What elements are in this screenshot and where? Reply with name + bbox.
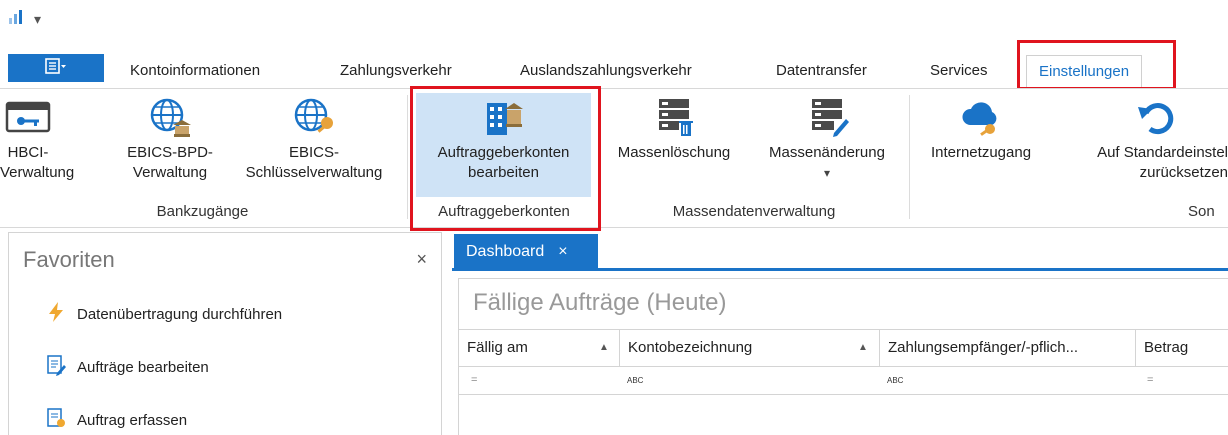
hbci-verwaltung-button[interactable]: HBCI- Verwaltung [0,91,74,183]
group-label-massendatenverwaltung: Massendatenverwaltung [672,203,836,220]
sort-ascending-icon: ▲ [599,342,609,353]
globe-key-icon [226,91,402,143]
dashboard-area: Dashboard × Fällige Aufträge (Heute) Fäl… [452,232,1228,435]
chevron-down-icon[interactable]: ▾ [752,163,902,183]
tab-kontoinformationen[interactable]: Kontoinformationen [130,55,260,87]
massenaenderung-button[interactable]: Massenänderung ▾ [752,91,902,183]
filter-equals-icon[interactable]: = [463,366,477,394]
favorite-item-datenuebertragung[interactable]: Datenübertragung durchführen [45,301,282,327]
grid-header: Fällig am ▲ Kontobezeichnung ▲ Zahlungse… [459,329,1228,367]
column-header-kontobezeichnung[interactable]: Kontobezeichnung ▲ [619,330,879,366]
favorites-title: Favoriten [23,247,115,272]
favorite-item-auftrag-erfassen[interactable]: Auftrag erfassen [45,407,187,433]
ribbon-separator [407,95,408,219]
ribbon: HBCI- Verwaltung EBICS-BPD- Verwaltung E… [0,88,1228,228]
tab-services[interactable]: Services [930,55,988,87]
edit-document-icon [45,354,67,380]
internetzugang-button[interactable]: Internetzugang [914,91,1048,163]
massenloeschung-button[interactable]: Massenlöschung [604,91,744,163]
menu-icon [45,58,67,78]
faellige-auftraege-panel: Fällige Aufträge (Heute) Fällig am ▲ Kon… [458,278,1228,435]
favorites-panel: Favoriten × Datenübertragung durchführen… [8,232,442,435]
filter-text-icon[interactable]: ABC [879,366,903,394]
ebics-bpd-verwaltung-button[interactable]: EBICS-BPD- Verwaltung [110,91,230,183]
filter-equals-icon[interactable]: = [1139,366,1153,394]
globe-bank-icon [110,91,230,143]
undo-icon [1054,91,1228,143]
ribbon-separator [599,95,600,219]
auftraggeberkonten-bearbeiten-button[interactable]: Auftraggeberkonten bearbeiten [416,91,591,183]
server-delete-icon [604,91,744,143]
filter-text-icon[interactable]: ABC [619,366,643,394]
tab-einstellungen[interactable]: Einstellungen [1026,55,1143,88]
new-document-icon [45,407,67,433]
quick-access-dropdown-icon[interactable]: ▾ [34,11,41,28]
quick-access-toolbar: ▾ [8,6,41,32]
tab-dashboard[interactable]: Dashboard × [454,234,598,270]
group-label-bankzugaenge: Bankzugänge [156,203,249,220]
group-label-auftraggeberkonten: Auftraggeberkonten [438,203,570,220]
dashboard-tab-underline [452,268,1228,271]
tab-zahlungsverkehr[interactable]: Zahlungsverkehr [340,55,452,87]
close-icon[interactable]: × [558,243,567,261]
grid-filter-row: = ABC ABC = [459,366,1228,395]
tab-auslandszahlungsverkehr[interactable]: Auslandszahlungsverkehr [520,55,692,87]
building-bank-icon [416,91,591,143]
group-label-sonstiges: Son [1188,203,1215,220]
ebics-schluesselverwaltung-button[interactable]: EBICS- Schlüsselverwaltung [226,91,402,183]
cloud-key-icon [914,91,1048,143]
sort-ascending-icon: ▲ [858,342,868,353]
favorite-item-auftraege-bearbeiten[interactable]: Aufträge bearbeiten [45,354,209,380]
bar-chart-icon[interactable] [8,9,26,29]
ribbon-tab-bar: Kontoinformationen Zahlungsverkehr Ausla… [0,50,1228,88]
auf-standardeinstellungen-zuruecksetzen-button[interactable]: Auf Standardeinstel zurücksetzen [1054,91,1228,183]
panel-title: Fällige Aufträge (Heute) [473,289,727,316]
column-header-zahlungsempfaenger[interactable]: Zahlungsempfänger/-pflich... [879,330,1135,366]
ribbon-separator [909,95,910,219]
lightning-icon [45,301,67,327]
column-header-betrag[interactable]: Betrag [1135,330,1228,366]
card-key-icon [0,91,56,143]
file-menu-button[interactable] [8,54,104,82]
server-edit-icon [752,91,902,143]
tab-datentransfer[interactable]: Datentransfer [776,55,867,87]
close-icon[interactable]: × [416,249,427,270]
column-header-faellig-am[interactable]: Fällig am ▲ [459,330,619,366]
